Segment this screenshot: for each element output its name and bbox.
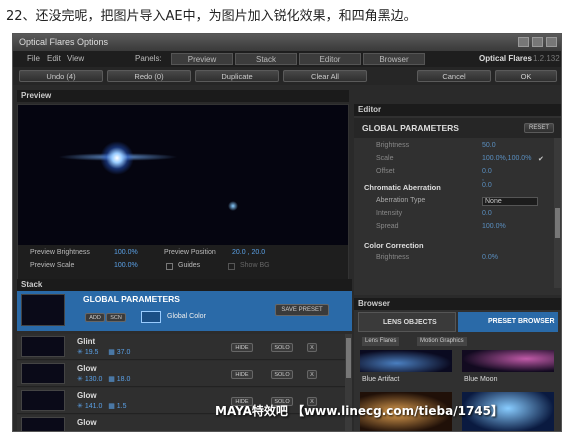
preset-thumbnail[interactable] — [360, 350, 452, 372]
preview-scale-label: Preview Scale — [30, 262, 75, 269]
chromatic-aberration-header: Chromatic Aberration — [364, 183, 441, 192]
reset-button[interactable]: RESET — [524, 123, 554, 133]
version: 1.2.132 — [533, 54, 560, 63]
undo-button[interactable]: Undo (4) — [19, 70, 103, 82]
param-scale[interactable]: Scale 100.0%,100.0% ✔ — [376, 155, 544, 163]
preset-thumbnail[interactable] — [462, 350, 554, 372]
stack-global-parameters[interactable]: GLOBAL PARAMETERS ADD SCN Global Color S… — [17, 291, 352, 331]
watermark: MAYA特效吧 【www.linecg.com/tieba/1745】 — [215, 404, 504, 418]
menu-file[interactable]: File — [27, 51, 40, 67]
menu-bar: File Edit View Panels: Preview Stack Edi… — [13, 51, 561, 67]
preview-viewport[interactable]: Preview Brightness 100.0% Preview Positi… — [17, 104, 349, 282]
preview-position-value[interactable]: 20.0 , 20.0 — [232, 249, 265, 256]
preview-brightness-value[interactable]: 100.0% — [114, 249, 138, 256]
stack-item[interactable]: Glint ✳ 19.5 ▦ 37.0 HIDE SOLO X — [17, 334, 345, 360]
rotation-icon: ✳ — [77, 349, 83, 356]
hide-button[interactable]: HIDE — [231, 343, 253, 352]
toolbar: Undo (4) Redo (0) Duplicate Clear All Ca… — [13, 67, 561, 85]
guides-label: Guides — [178, 262, 201, 269]
save-preset-button[interactable]: SAVE PRESET — [275, 304, 329, 316]
param-cc-brightness[interactable]: Brightness 0.0% — [376, 254, 498, 261]
preview-brightness-label: Preview Brightness — [30, 249, 90, 256]
stack-gp-title: GLOBAL PARAMETERS — [83, 294, 180, 304]
maximize-icon[interactable] — [532, 37, 543, 47]
breadcrumb-motion-graphics[interactable]: Motion Graphics — [417, 337, 467, 346]
title-bar: Optical Flares Options — [13, 34, 561, 51]
preview-scale-value[interactable]: 100.0% — [114, 262, 138, 269]
breadcrumb-lens-flares[interactable]: Lens Flares — [362, 337, 400, 346]
preview-header: Preview — [17, 90, 349, 102]
editor-panel: Editor GLOBAL PARAMETERS RESET Brightnes… — [354, 104, 561, 295]
minimize-icon[interactable] — [518, 37, 529, 47]
preset-label: Blue Artifact — [362, 376, 400, 383]
rotation-icon: ✳ — [77, 376, 83, 383]
param-aberration-type[interactable]: Aberration Type None — [376, 197, 538, 206]
global-color-swatch[interactable] — [141, 311, 161, 323]
solo-button[interactable]: SOLO — [271, 343, 293, 352]
panels-label: Panels: — [135, 54, 162, 63]
clear-all-button[interactable]: Clear All — [283, 70, 367, 82]
editor-header: Editor — [354, 104, 561, 116]
show-bg-checkbox[interactable] — [228, 263, 235, 270]
browser-header: Browser — [354, 298, 561, 310]
window-title: Optical Flares Options — [19, 37, 109, 47]
tutorial-caption: 22、还没完呢，把图片导入AE中，为图片加入锐化效果，和四角黑边。 — [6, 9, 417, 24]
preset-label: Blue Moon — [464, 376, 498, 383]
tab-preset-browser[interactable]: PRESET BROWSER — [458, 312, 558, 332]
duplicate-button[interactable]: Duplicate — [195, 70, 279, 82]
gp-thumbnail — [21, 294, 65, 326]
tab-lens-objects[interactable]: LENS OBJECTS — [358, 312, 456, 332]
tab-editor[interactable]: Editor — [299, 53, 361, 65]
optical-flares-window: Optical Flares Options File Edit View Pa… — [12, 33, 562, 432]
stack-item[interactable]: Glow ✳ 130.0 ▦ 18.0 HIDE SOLO X — [17, 361, 345, 387]
param-offset[interactable]: Offset 0.0 , 0.0 — [376, 168, 492, 189]
tab-browser[interactable]: Browser — [363, 53, 425, 65]
scale-icon: ▦ — [108, 403, 115, 410]
scale-icon: ▦ — [108, 349, 115, 356]
tab-preview[interactable]: Preview — [171, 53, 233, 65]
scale-icon: ▦ — [108, 376, 115, 383]
color-correction-header: Color Correction — [364, 241, 424, 250]
menu-view[interactable]: View — [67, 51, 84, 67]
hide-button[interactable]: HIDE — [231, 370, 253, 379]
close-icon[interactable] — [546, 37, 557, 47]
tab-stack[interactable]: Stack — [235, 53, 297, 65]
show-bg-label: Show BG — [240, 262, 270, 269]
preview-position-label: Preview Position — [164, 249, 216, 256]
global-color-label: Global Color — [167, 313, 206, 320]
flare-core — [100, 141, 134, 175]
ok-button[interactable]: OK — [495, 70, 557, 82]
flare-artifact — [228, 201, 238, 211]
delete-button[interactable]: X — [307, 370, 317, 379]
rotation-icon: ✳ — [77, 403, 83, 410]
add-button[interactable]: ADD — [85, 313, 105, 322]
param-spread[interactable]: Spread 100.0% — [376, 223, 506, 230]
param-brightness[interactable]: Brightness 50.0 — [376, 142, 496, 149]
cancel-button[interactable]: Cancel — [417, 70, 491, 82]
redo-button[interactable]: Redo (0) — [107, 70, 191, 82]
guides-checkbox[interactable] — [166, 263, 173, 270]
editor-scrollbar[interactable] — [554, 138, 561, 288]
product-name: Optical Flares — [479, 54, 532, 63]
scn-button[interactable]: SCN — [106, 313, 126, 322]
delete-button[interactable]: X — [307, 343, 317, 352]
stack-header: Stack — [17, 279, 352, 291]
param-intensity[interactable]: Intensity 0.0 — [376, 210, 492, 217]
menu-edit[interactable]: Edit — [47, 51, 61, 67]
link-check-icon: ✔ — [538, 156, 544, 163]
solo-button[interactable]: SOLO — [271, 370, 293, 379]
